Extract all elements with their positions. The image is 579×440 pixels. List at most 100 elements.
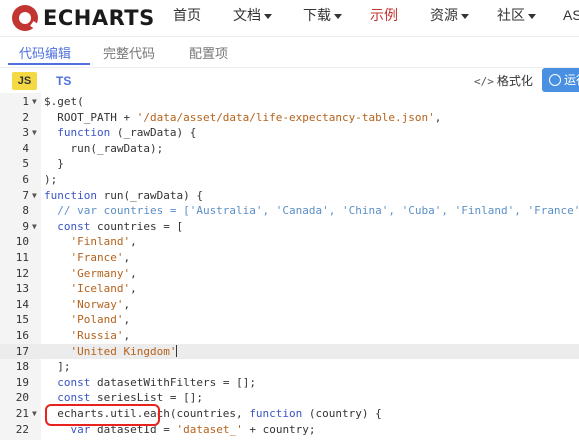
code-token: , [123,329,131,342]
code-token: 'Poland' [70,313,124,327]
code-text: 'France', [44,250,131,266]
code-line[interactable]: 15 'Poland', [0,312,579,328]
tab-code-edit[interactable]: 代码编辑 [19,43,71,62]
fold-arrow-icon[interactable]: ▼ [32,219,37,235]
nav-item-examples[interactable]: 示例 [370,0,398,32]
format-label: 格式化 [496,74,533,88]
language-js-button[interactable]: JS [12,72,37,90]
code-text: ]; [44,359,71,375]
code-line[interactable]: 6); [0,172,579,188]
code-line[interactable]: 7 ▼ function run(_rawData) { [0,188,579,204]
code-token: , [434,110,442,124]
line-number: 17 [15,344,29,358]
echarts-logo[interactable]: ECHARTS [12,4,155,32]
code-line[interactable]: 2 ROOT_PATH + '/data/asset/data/life-exp… [0,110,579,126]
line-number: 19 [15,375,29,389]
chevron-down-icon [334,13,342,19]
code-editor[interactable]: 1 ▼ $.get(2 ROOT_PATH + '/data/asset/data/… [0,93,579,440]
code-text: const datasetWithFilters = []; [44,375,256,391]
line-number: 16 [15,329,29,342]
highlight-annotation-box [45,404,160,426]
line-number: 3 [22,126,29,140]
code-token: , [123,313,131,327]
code-line[interactable]: 1 ▼ $.get( [0,94,579,110]
code-token: ]; [44,360,71,374]
nav-item-asf[interactable]: AS [563,0,579,32]
code-token: datasetWithFilters = []; [90,375,256,389]
line-number: 15 [15,313,29,327]
run-button[interactable]: 运行 [542,68,579,92]
line-number: 13 [15,282,29,296]
code-text: const countries = [ [44,219,183,235]
logo-text: ECHARTS [43,6,155,30]
nav-item-resources[interactable]: 资源 [430,0,469,32]
code-line[interactable]: 13 'Iceland', [0,281,579,297]
code-line[interactable]: 17 'United Kingdom' [0,343,579,360]
code-token: countries = [ [90,219,184,233]
chevron-down-icon [461,13,469,19]
code-token: ); [44,173,58,186]
fold-arrow-icon[interactable]: ▼ [32,406,37,422]
code-token: const [57,375,91,389]
code-token: run(_rawData); [44,141,164,155]
line-number: 4 [22,141,29,155]
code-text: function (_rawData) { [44,125,196,141]
line-number: 14 [15,297,29,311]
code-token: 'United Kingdom' [70,344,177,358]
code-line[interactable]: 14 'Norway', [0,297,579,313]
code-token: 'France' [70,251,124,264]
code-line[interactable]: 16 'Russia', [0,328,579,344]
code-line[interactable]: 18 ]; [0,359,579,375]
code-token: , [130,266,137,280]
nav-item-home[interactable]: 首页 [173,0,201,32]
code-token: run(_rawData) { [96,188,203,202]
line-number: 12 [15,266,29,280]
code-line[interactable]: 9 ▼ const countries = [ [0,219,579,235]
code-token: , [123,297,131,311]
code-line[interactable]: 5 } [0,156,579,172]
code-line[interactable]: 10 'Finland', [0,234,579,250]
code-line[interactable]: 8 // var countries = ['Australia', 'Cana… [0,203,579,219]
code-token: (country) { [302,407,382,420]
code-text: // var countries = ['Australia', 'Canada… [44,203,579,219]
nav-item-docs[interactable]: 文档 [233,0,272,32]
fold-arrow-icon[interactable]: ▼ [32,94,37,110]
code-token: + country; [242,422,316,436]
tab-full-code[interactable]: 完整代码 [103,43,155,62]
language-ts-button[interactable]: TS [56,72,71,90]
code-token: , [123,251,131,264]
code-line[interactable]: 12 'Germany', [0,266,579,282]
fold-arrow-icon[interactable]: ▼ [32,188,37,204]
format-button[interactable]: </> 格式化 [474,72,533,91]
line-number: 20 [15,391,29,405]
fold-arrow-icon[interactable]: ▼ [32,125,37,141]
tab-options[interactable]: 配置项 [189,43,228,62]
code-text: 'Germany', [44,266,137,282]
nav-item-download[interactable]: 下载 [303,0,342,32]
code-token: '/data/asset/data/life-expectancy-table.… [136,110,435,124]
code-text: ); [44,172,57,188]
line-number: 5 [22,157,29,171]
code-line[interactable]: 11 'France', [0,250,579,266]
code-text: ROOT_PATH + '/data/asset/data/life-expec… [44,110,441,126]
line-number: 2 [22,110,29,124]
editor-toolbar: JS TS </> 格式化 [0,67,579,95]
code-token: ROOT_PATH + [44,110,137,124]
code-token: const [57,219,91,233]
code-line[interactable]: 3 ▼ function (_rawData) { [0,125,579,141]
code-text: $.get( [44,94,84,110]
code-line[interactable]: 4 run(_rawData); [0,141,579,157]
nav-item-community[interactable]: 社区 [497,0,536,32]
code-text: 'United Kingdom' [44,344,178,360]
code-line[interactable]: 19 const datasetWithFilters = []; [0,375,579,391]
active-tab-indicator [8,63,90,65]
code-token: 'Russia' [70,329,124,342]
